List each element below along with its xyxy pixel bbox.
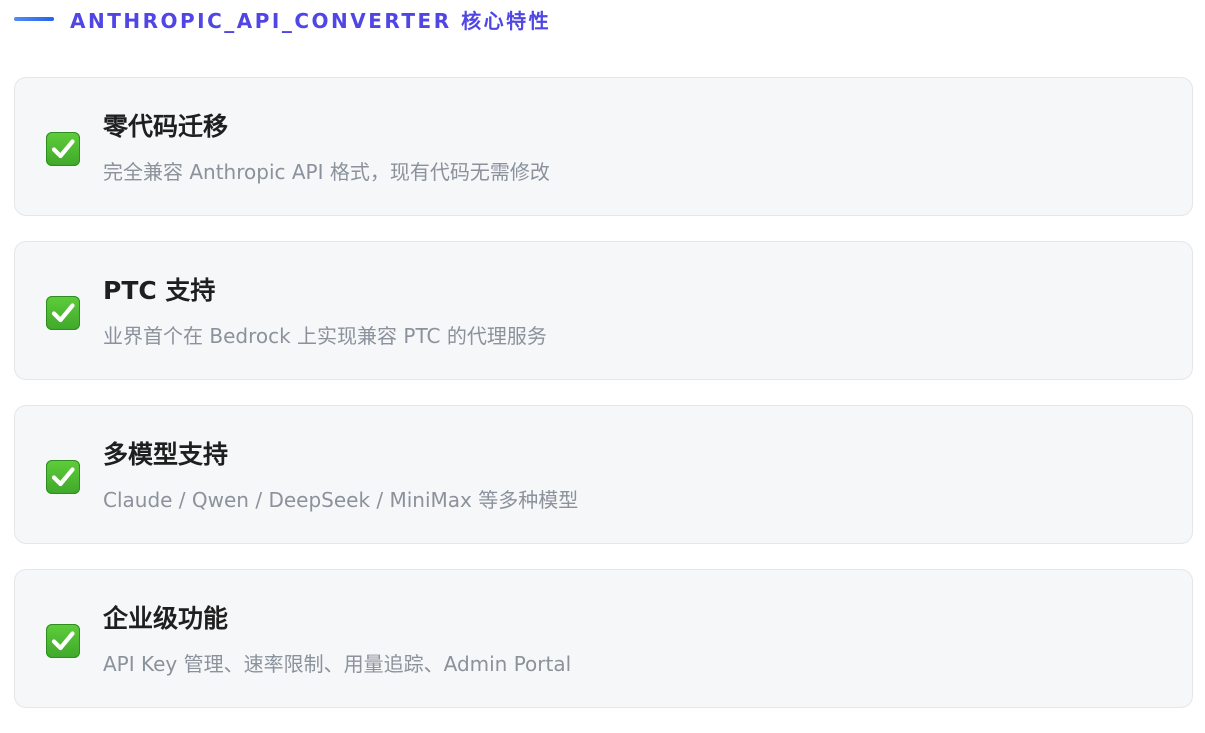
gradient-bar-icon <box>14 17 54 21</box>
feature-title: PTC 支持 <box>103 276 216 305</box>
feature-title: 多模型支持 <box>103 440 229 469</box>
feature-card-ptc-support: PTC 支持 业界首个在 Bedrock 上实现兼容 PTC 的代理服务 <box>14 241 1193 380</box>
check-mark-icon <box>46 132 80 166</box>
feature-card-zero-code-migration: 零代码迁移 完全兼容 Anthropic API 格式，现有代码无需修改 <box>14 77 1193 216</box>
feature-description: 业界首个在 Bedrock 上实现兼容 PTC 的代理服务 <box>103 324 547 348</box>
check-mark-icon <box>46 624 80 658</box>
feature-description: 完全兼容 Anthropic API 格式，现有代码无需修改 <box>103 160 550 184</box>
check-mark-icon <box>46 460 80 494</box>
check-mark-icon <box>46 296 80 330</box>
section-header: ANTHROPIC_API_CONVERTER 核心特性 <box>14 4 551 34</box>
feature-card-enterprise-features: 企业级功能 API Key 管理、速率限制、用量追踪、Admin Portal <box>14 569 1193 708</box>
feature-card-multi-model-support: 多模型支持 Claude / Qwen / DeepSeek / MiniMax… <box>14 405 1193 544</box>
feature-list: 零代码迁移 完全兼容 Anthropic API 格式，现有代码无需修改 PTC… <box>14 77 1193 733</box>
feature-title: 企业级功能 <box>103 604 229 633</box>
feature-title: 零代码迁移 <box>103 112 229 141</box>
feature-description: API Key 管理、速率限制、用量追踪、Admin Portal <box>103 652 572 676</box>
feature-description: Claude / Qwen / DeepSeek / MiniMax 等多种模型 <box>103 488 579 512</box>
section-title: ANTHROPIC_API_CONVERTER 核心特性 <box>70 8 552 33</box>
